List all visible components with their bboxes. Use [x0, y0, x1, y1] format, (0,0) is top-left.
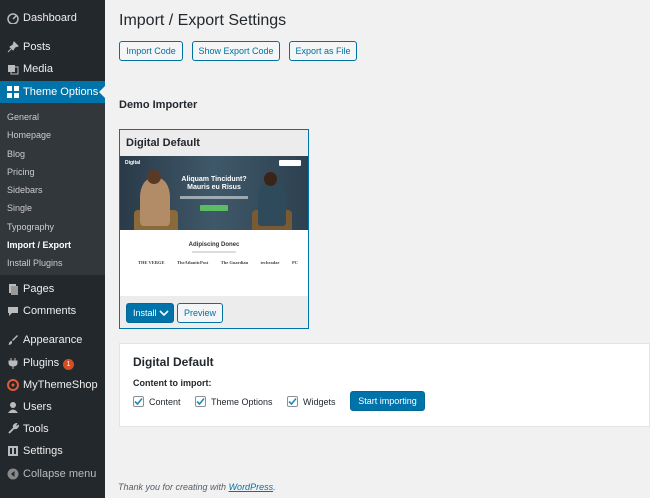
headline-line: Mauris eu Risus — [187, 184, 241, 191]
screenshot-brand-logo: TheAtlanticPost — [177, 260, 209, 265]
import-panel: Digital Default Content to import: Conte… — [119, 343, 650, 427]
update-count-badge: 1 — [63, 358, 75, 370]
menu-label: Dashboard — [23, 12, 77, 24]
menu-label: Comments — [23, 305, 77, 317]
screenshot-divider — [192, 251, 236, 253]
admin-sidebar: Dashboard Posts Media Theme Options Gene… — [0, 0, 105, 498]
install-button[interactable]: Install — [126, 303, 174, 323]
checkbox-label: Widgets — [303, 396, 336, 407]
submenu-install-plugins[interactable]: Install Plugins — [7, 258, 63, 268]
screenshot-brand-logo: PC — [291, 260, 298, 265]
admin-footer: Thank you for creating with WordPress. — [118, 482, 276, 492]
checkbox-label: Theme Options — [211, 396, 273, 407]
menu-plugins[interactable]: Plugins 1 — [0, 352, 105, 374]
screenshot-hero: Digital Aliquam Tincidunt? Mauris eu Ris… — [120, 156, 308, 230]
screenshot-section-title: Adipiscing Donec — [188, 242, 240, 248]
comment-icon — [7, 305, 19, 317]
submenu-pricing[interactable]: Pricing — [7, 167, 35, 177]
menu-label: Appearance — [23, 334, 83, 346]
menu-pages[interactable]: Pages — [0, 278, 105, 300]
demo-screenshot: Digital Aliquam Tincidunt? Mauris eu Ris… — [120, 156, 308, 296]
menu-label: Posts — [23, 41, 51, 53]
grid-icon — [7, 86, 19, 98]
collapse-icon — [7, 468, 19, 480]
checkmark-icon[interactable] — [133, 396, 144, 407]
menu-tools[interactable]: Tools — [0, 418, 105, 440]
demo-card-title: Digital Default — [120, 130, 308, 156]
menu-appearance[interactable]: Appearance — [0, 329, 105, 351]
checkmark-icon[interactable] — [195, 396, 206, 407]
menu-label: Collapse menu — [23, 468, 97, 480]
demo-theme-card[interactable]: Digital Default Digital Aliquam Tincidun… — [119, 129, 309, 329]
submenu-single[interactable]: Single — [7, 203, 32, 213]
submenu-blog[interactable]: Blog — [7, 149, 25, 159]
demo-card-actions: Install Preview — [120, 296, 308, 328]
menu-comments[interactable]: Comments — [0, 300, 105, 322]
screenshot-nav: Digital — [123, 160, 305, 166]
screenshot-brand-logo: techradar — [260, 260, 280, 265]
menu-label: Pages — [23, 283, 55, 295]
menu-label: Media — [23, 63, 53, 75]
menu-label: MyThemeShop — [23, 379, 98, 391]
screenshot-subtext — [180, 196, 248, 199]
pin-icon — [7, 41, 19, 53]
preview-button[interactable]: Preview — [177, 303, 223, 323]
menu-users[interactable]: Users — [0, 396, 105, 418]
page-title: Import / Export Settings — [119, 12, 287, 29]
start-importing-button[interactable]: Start importing — [350, 391, 425, 411]
menu-settings[interactable]: Settings — [0, 440, 105, 462]
install-label: Install — [133, 308, 157, 318]
screenshot-logo-row: THE VERGE TheAtlanticPost The Guardian t… — [138, 260, 298, 265]
menu-dashboard[interactable]: Dashboard — [0, 7, 105, 29]
menu-label: Settings — [23, 445, 63, 457]
media-icon — [7, 63, 19, 75]
submenu-general[interactable]: General — [7, 112, 39, 122]
footer-text: Thank you for creating with — [118, 482, 229, 492]
menu-label: Tools — [23, 423, 49, 435]
menu-label: Theme Options — [23, 86, 99, 98]
menu-theme-options[interactable]: Theme Options — [0, 81, 105, 103]
content-checkbox[interactable]: Content — [133, 396, 181, 407]
dashboard-icon — [7, 12, 19, 24]
wrench-icon — [7, 423, 19, 435]
pages-icon — [7, 283, 19, 295]
screenshot-brand-logo: The Guardian — [220, 260, 249, 265]
mts-icon — [7, 379, 19, 391]
screenshot-brand-logo: THE VERGE — [138, 260, 165, 265]
submenu-import-export[interactable]: Import / Export — [7, 240, 71, 250]
headline-line: Aliquam Tincidunt? — [181, 176, 247, 183]
show-export-code-button[interactable]: Show Export Code — [192, 41, 280, 61]
submenu-homepage[interactable]: Homepage — [7, 130, 51, 140]
menu-posts[interactable]: Posts — [0, 36, 105, 58]
chevron-down-icon[interactable] — [159, 308, 169, 318]
screenshot-hero-button — [200, 205, 228, 211]
brush-icon — [7, 334, 19, 346]
screenshot-headline: Aliquam Tincidunt? Mauris eu Risus — [120, 176, 308, 192]
demo-importer-heading: Demo Importer — [119, 99, 198, 111]
screenshot-logo: Digital — [125, 160, 141, 166]
plugins-label: Plugins — [23, 356, 60, 369]
menu-mythemeshop[interactable]: MyThemeShop — [0, 374, 105, 396]
checkbox-label: Content — [149, 396, 181, 407]
menu-label: Plugins 1 — [23, 356, 75, 370]
wordpress-link[interactable]: WordPress — [229, 482, 274, 492]
theme-options-checkbox[interactable]: Theme Options — [195, 396, 273, 407]
menu-label: Users — [23, 401, 52, 413]
plug-icon — [7, 357, 19, 369]
content-to-import-label: Content to import: — [133, 378, 212, 388]
submenu-sidebars[interactable]: Sidebars — [7, 185, 43, 195]
settings-icon — [7, 445, 19, 457]
checkmark-icon[interactable] — [287, 396, 298, 407]
menu-media[interactable]: Media — [0, 58, 105, 80]
widgets-checkbox[interactable]: Widgets — [287, 396, 336, 407]
screenshot-cta — [279, 160, 301, 166]
submenu-typography[interactable]: Typography — [7, 222, 54, 232]
import-panel-title: Digital Default — [133, 355, 214, 369]
export-as-file-button[interactable]: Export as File — [289, 41, 357, 61]
theme-options-submenu: General Homepage Blog Pricing Sidebars S… — [0, 103, 105, 275]
user-icon — [7, 401, 19, 413]
collapse-menu-button[interactable]: Collapse menu — [0, 463, 105, 485]
import-code-button[interactable]: Import Code — [119, 41, 183, 61]
footer-period: . — [273, 482, 276, 492]
